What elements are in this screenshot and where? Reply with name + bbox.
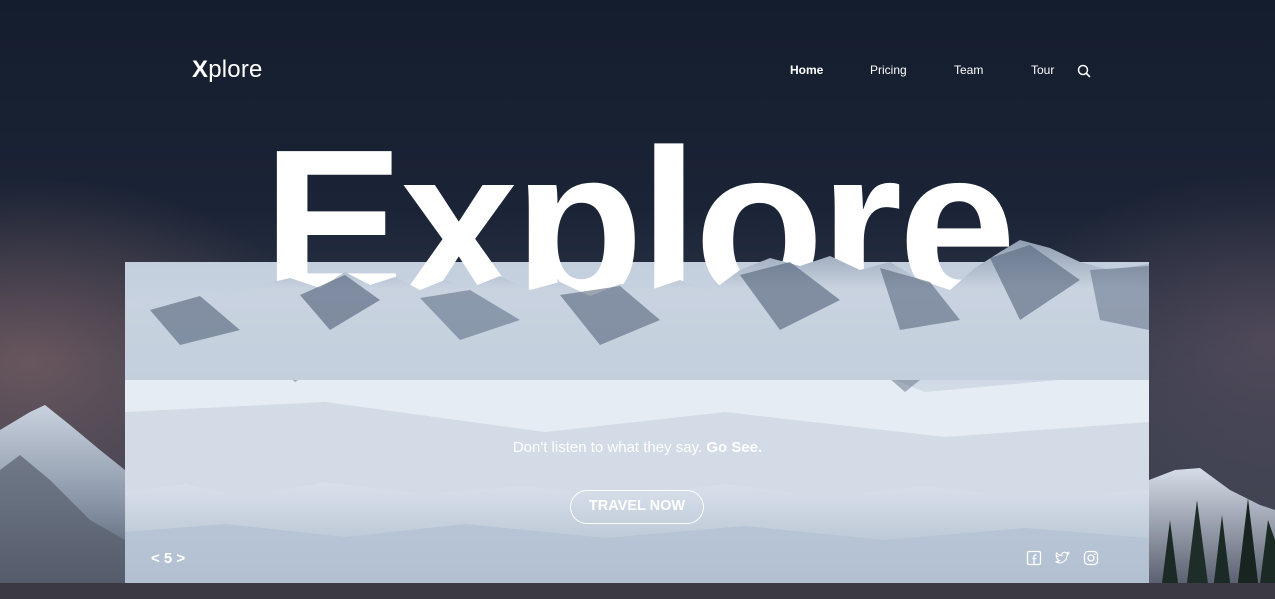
slide-pager[interactable]: < 5 > (151, 550, 185, 567)
tagline-emphasis: Go See. (706, 439, 763, 456)
facebook-icon[interactable] (1026, 550, 1042, 566)
hero-tagline: Don't listen to what they say. Go See. (0, 439, 1275, 456)
twitter-icon[interactable] (1054, 550, 1071, 566)
search-icon[interactable] (1076, 63, 1092, 79)
tagline-text: Don't listen to what they say. (512, 439, 707, 456)
hero-title: Explore (262, 105, 1017, 342)
travel-now-button[interactable]: TRAVEL NOW (570, 490, 704, 524)
nav-pricing[interactable]: Pricing (870, 63, 907, 77)
instagram-icon[interactable] (1083, 550, 1099, 566)
nav-team[interactable]: Team (954, 63, 983, 77)
nav-tour[interactable]: Tour (1031, 63, 1054, 77)
nav-home[interactable]: Home (790, 63, 823, 77)
